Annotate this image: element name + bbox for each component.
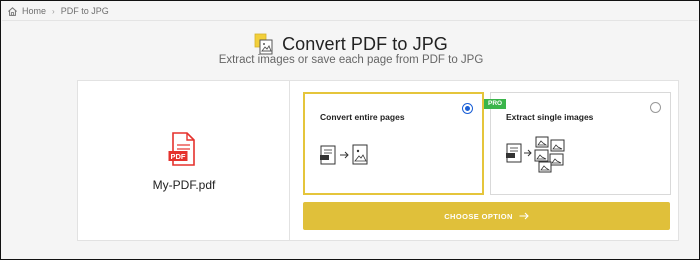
app-frame: Home › PDF to JPG Convert PDF to JPG Ext…	[0, 0, 700, 260]
pdf-to-jpg-logo-icon	[254, 33, 273, 55]
arrow-right-icon	[519, 212, 529, 220]
option-label: Convert entire pages	[320, 112, 405, 122]
choose-option-label: CHOOSE OPTION	[444, 211, 513, 221]
option-extract-single-images[interactable]: Extract single images	[490, 92, 671, 195]
breadcrumb-separator: ›	[52, 6, 55, 16]
option-convert-entire-pages[interactable]: Convert entire pages	[303, 92, 484, 195]
pdf-file-icon-label: PDF	[171, 152, 186, 161]
choose-option-button[interactable]: CHOOSE OPTION	[303, 202, 670, 230]
file-preview-pane: PDF My-PDF.pdf	[78, 81, 290, 240]
pdf-file-icon: PDF	[168, 132, 195, 166]
header-divider	[2, 20, 698, 21]
radio-extract-single-images[interactable]	[650, 102, 661, 113]
breadcrumb-current: PDF to JPG	[60, 6, 109, 16]
home-icon	[8, 6, 17, 16]
page-subtitle: Extract images or save each page from PD…	[218, 54, 484, 66]
pdf-to-page-icon	[320, 144, 368, 165]
option-label: Extract single images	[506, 112, 594, 122]
breadcrumb-home-link[interactable]: Home	[22, 6, 46, 16]
pro-badge: PRO	[484, 99, 507, 109]
file-name: My-PDF.pdf	[152, 178, 216, 192]
radio-convert-entire-pages[interactable]	[462, 103, 473, 114]
page-title: Convert PDF to JPG	[282, 33, 448, 54]
breadcrumb: Home › PDF to JPG	[7, 4, 109, 18]
pdf-to-images-icon	[506, 136, 565, 173]
conversion-card: PDF My-PDF.pdf Convert entire pages Extr…	[77, 80, 679, 241]
